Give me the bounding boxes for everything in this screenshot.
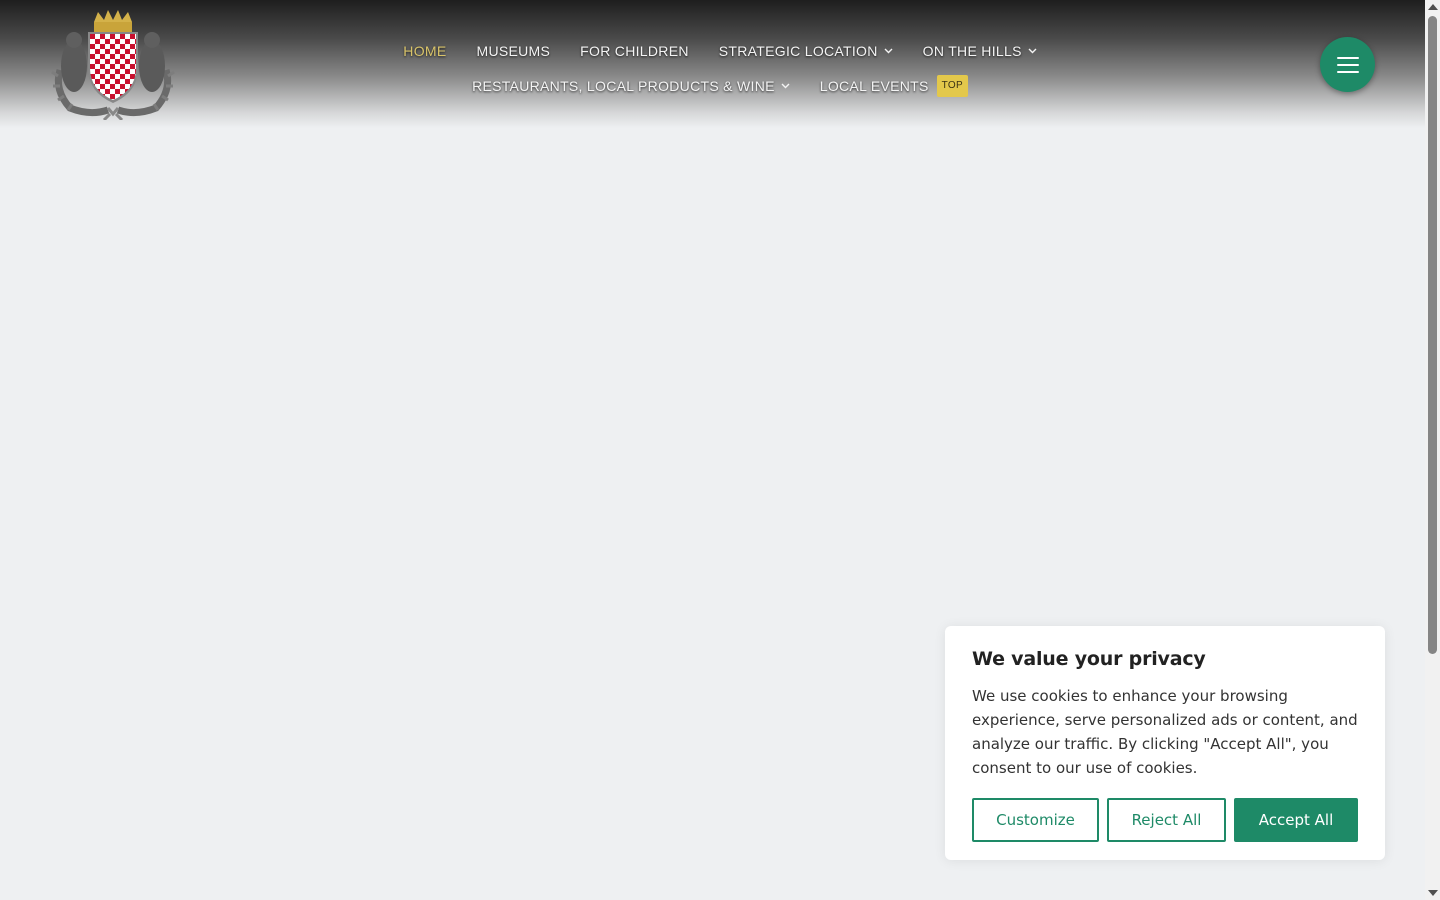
cookie-banner-title: We value your privacy — [972, 648, 1206, 670]
chevron-down-icon — [884, 48, 893, 54]
hamburger-icon — [1336, 56, 1359, 59]
cookie-button-row: Customize Reject All Accept All — [972, 798, 1358, 842]
scroll-down-arrow-icon[interactable] — [1428, 890, 1438, 896]
chevron-down-icon — [1028, 48, 1037, 54]
nav-item-strategic-location[interactable]: STRATEGIC LOCATION — [704, 38, 908, 64]
reject-all-button[interactable]: Reject All — [1107, 798, 1226, 842]
accept-all-button[interactable]: Accept All — [1234, 798, 1358, 842]
coat-of-arms-logo[interactable] — [50, 10, 176, 122]
site-header: HOME MUSEUMS FOR CHILDREN STRATEGIC LOCA… — [0, 0, 1425, 128]
nav-item-label: RESTAURANTS, LOCAL PRODUCTS & WINE — [472, 78, 775, 94]
nav-item-label: STRATEGIC LOCATION — [718, 43, 878, 59]
nav-item-label: HOME — [403, 43, 447, 59]
hamburger-menu-button[interactable] — [1320, 37, 1375, 92]
top-badge: TOP — [936, 75, 968, 97]
vertical-scrollbar[interactable] — [1425, 0, 1440, 900]
cookie-banner-text: We use cookies to enhance your browsing … — [972, 687, 1358, 777]
scroll-up-arrow-icon[interactable] — [1428, 4, 1438, 10]
nav-item-museums[interactable]: MUSEUMS — [461, 38, 565, 64]
nav-item-restaurants[interactable]: RESTAURANTS, LOCAL PRODUCTS & WINE — [457, 71, 805, 101]
nav-item-home[interactable]: HOME — [388, 38, 461, 64]
hamburger-icon-line — [1336, 63, 1359, 66]
scrollbar-thumb[interactable] — [1428, 16, 1437, 654]
chevron-down-icon — [781, 83, 790, 89]
nav-item-label: ON THE HILLS — [922, 43, 1022, 59]
nav-item-label: LOCAL EVENTS — [819, 78, 929, 94]
nav-item-local-events[interactable]: LOCAL EVENTS TOP — [805, 71, 983, 101]
nav-item-for-children[interactable]: FOR CHILDREN — [565, 38, 704, 64]
customize-button[interactable]: Customize — [972, 798, 1099, 842]
main-navigation: HOME MUSEUMS FOR CHILDREN STRATEGIC LOCA… — [220, 38, 1220, 101]
nav-item-label: FOR CHILDREN — [580, 43, 689, 59]
cookie-consent-banner: We value your privacy We use cookies to … — [945, 626, 1385, 860]
hamburger-icon-line — [1336, 70, 1359, 73]
nav-item-on-the-hills[interactable]: ON THE HILLS — [908, 38, 1052, 64]
nav-item-label: MUSEUMS — [476, 43, 551, 59]
